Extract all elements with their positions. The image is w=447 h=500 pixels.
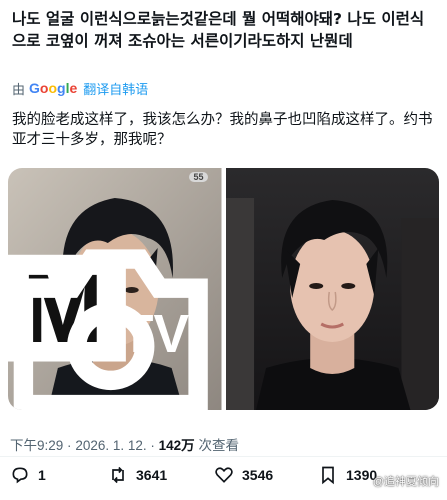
translation-attribution: 由 Google 翻译自韩语 [12,78,148,98]
like-count: 3546 [242,467,274,483]
media-grid: 55 M TV [8,168,439,410]
post-meta: 下午9:29 · 2026. 1. 12. · 142万 次查看 [10,434,239,454]
meta-separator: · [67,438,72,453]
photo-right[interactable] [225,168,439,410]
bookmark-icon [322,466,334,485]
status-badge: 55 [189,172,208,182]
heart-icon [215,467,233,483]
translation-by-label: 由 [12,81,26,97]
meta-separator: · [150,438,155,453]
google-logo: Google [29,80,78,96]
divider [0,456,447,457]
post-time: 下午9:29 [10,438,64,453]
repost-button[interactable]: 3641 [108,465,167,485]
repost-icon [112,466,124,484]
reply-count: 1 [38,467,46,483]
like-button[interactable]: 3546 [214,465,273,485]
bookmark-button[interactable]: 1390 [318,465,377,485]
portrait-right-image [225,168,439,410]
camera-icon[interactable] [8,206,218,410]
reply-button[interactable]: 1 [10,465,46,485]
reply-icon [12,467,28,484]
translation-source-link[interactable]: 翻译自韩语 [83,79,148,98]
view-label: 次查看 [198,438,239,453]
view-count: 142万 [158,438,195,453]
repost-count: 3641 [136,467,168,483]
watermark: @追神夏倾向 [372,476,439,488]
post-date: 2026. 1. 12. [75,438,147,453]
translated-text: 我的脸老成这样了，我该怎么办？我的鼻子也凹陷成这样了。约书亚才三十多岁，那我呢？ [12,112,433,148]
post-text: 나도 얼굴 이런식으로늙는것같은데 뭘 어떡해야돼? 나도 이런식으로 코옆이 … [12,10,425,50]
photo-left[interactable]: 55 M TV [8,168,222,410]
